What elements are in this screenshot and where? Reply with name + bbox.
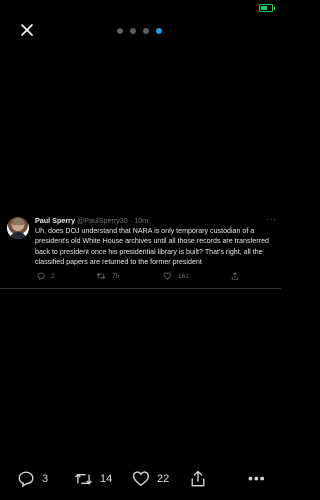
tweet-reply-button[interactable]: 2 [37, 272, 55, 280]
tweet-like-button[interactable]: 161 [163, 272, 189, 280]
like-count: 161 [178, 272, 189, 280]
retweet-count: 75 [112, 272, 120, 280]
battery-icon [259, 4, 275, 12]
tweet-share-button[interactable] [231, 272, 239, 280]
pager-dot[interactable] [117, 28, 123, 34]
reply-count: 3 [42, 473, 49, 485]
tweet-time: 10m [134, 216, 149, 225]
reply-icon [37, 272, 45, 280]
pager-dot[interactable] [130, 28, 136, 34]
like-button[interactable]: 22 [132, 470, 169, 487]
reply-button[interactable]: 3 [17, 470, 48, 488]
retweet-count: 14 [100, 473, 113, 485]
retweet-icon [96, 273, 106, 279]
retweet-button[interactable]: 14 [74, 470, 112, 488]
pager-dot[interactable] [143, 28, 149, 34]
author-name[interactable]: Paul Sperry [35, 216, 75, 225]
tweet-divider [0, 288, 281, 289]
reply-icon [18, 471, 34, 488]
share-button[interactable] [190, 470, 206, 488]
image-pager [117, 28, 162, 34]
share-icon [191, 470, 205, 487]
tweet-header: Paul Sperry @PaulSperry30 · 10m [35, 216, 148, 225]
avatar[interactable] [7, 217, 29, 239]
tweet-text: Uh, does DOJ understand that NARA is onl… [35, 227, 269, 266]
close-button[interactable] [17, 20, 37, 40]
share-icon [231, 272, 239, 280]
retweet-icon [75, 473, 92, 485]
more-options-button[interactable]: ••• [248, 470, 266, 486]
close-icon [21, 24, 33, 36]
tweet-more-button[interactable]: ··· [266, 214, 277, 224]
heart-icon [163, 272, 172, 280]
pager-dot-active[interactable] [156, 28, 162, 34]
author-handle[interactable]: @PaulSperry30 [77, 216, 128, 225]
heart-icon [132, 471, 150, 487]
reply-count: 2 [51, 272, 55, 280]
like-count: 22 [157, 472, 170, 485]
tweet-retweet-button[interactable]: 75 [96, 272, 119, 280]
header-separator: · [129, 216, 133, 225]
